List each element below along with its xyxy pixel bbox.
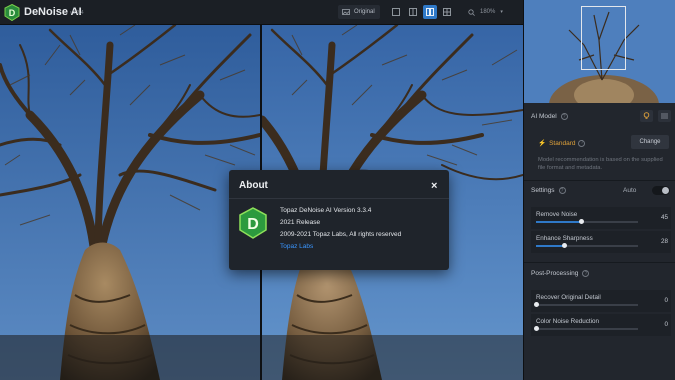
model-list-button[interactable] bbox=[658, 110, 671, 122]
slider-track[interactable] bbox=[533, 326, 638, 331]
lightbulb-icon bbox=[643, 112, 650, 119]
slider-label: Remove Noise bbox=[536, 211, 578, 218]
enhance-sharpness-slider[interactable]: Enhance Sharpness 28 bbox=[531, 231, 671, 253]
close-icon[interactable]: × bbox=[431, 180, 437, 192]
slider-handle[interactable] bbox=[533, 326, 539, 331]
original-label: Original bbox=[354, 9, 375, 15]
image-compare-icon bbox=[342, 9, 350, 15]
dialog-divider bbox=[229, 198, 449, 199]
slider-handle[interactable] bbox=[533, 302, 539, 307]
original-toggle-button[interactable]: Original bbox=[338, 5, 380, 19]
zoom-control[interactable]: 180% ▾ bbox=[468, 5, 518, 19]
slider-handle[interactable] bbox=[562, 243, 568, 248]
slider-value[interactable]: 0 bbox=[664, 321, 668, 328]
topaz-labs-link[interactable]: Topaz Labs bbox=[280, 243, 313, 250]
slider-track[interactable] bbox=[533, 302, 638, 307]
chevron-down-icon: ▾ bbox=[500, 9, 503, 15]
model-recommend-button[interactable] bbox=[640, 110, 653, 122]
side-by-side-view-button[interactable] bbox=[423, 5, 437, 19]
post-processing-title: Post-Processing bbox=[531, 270, 579, 277]
grid-view-button[interactable] bbox=[440, 5, 454, 19]
about-dialog: About × D Topaz DeNoise AI Version 3.3.4… bbox=[229, 170, 449, 270]
navigator-viewport-rect[interactable] bbox=[581, 6, 626, 70]
app-version: v3.3.4 bbox=[70, 10, 84, 16]
version-text: Topaz DeNoise AI Version 3.3.4 bbox=[280, 207, 372, 214]
slider-fill bbox=[536, 245, 565, 247]
tree-photo-original bbox=[0, 25, 260, 380]
slider-value[interactable]: 0 bbox=[664, 297, 668, 304]
color-noise-reduction-slider[interactable]: Color Noise Reduction 0 bbox=[531, 314, 671, 336]
slider-value[interactable]: 28 bbox=[661, 238, 668, 245]
ai-model-title: AI Model bbox=[531, 113, 557, 120]
recover-original-detail-slider[interactable]: Recover Original Detail 0 bbox=[531, 290, 671, 312]
slider-track[interactable] bbox=[536, 243, 638, 248]
slider-label: Enhance Sharpness bbox=[536, 235, 593, 242]
slider-label: Recover Original Detail bbox=[536, 294, 601, 301]
single-view-button[interactable] bbox=[389, 5, 403, 19]
original-image-pane[interactable] bbox=[0, 25, 260, 380]
auto-label: Auto bbox=[623, 187, 637, 194]
lightning-icon: ⚡ bbox=[538, 140, 547, 147]
zoom-level: 180% bbox=[480, 9, 496, 15]
split-view-icon bbox=[409, 8, 417, 16]
release-text: 2021 Release bbox=[280, 219, 321, 226]
current-model: ⚡ Standard ? bbox=[538, 139, 586, 147]
auto-toggle[interactable] bbox=[652, 186, 670, 195]
help-icon[interactable]: ? bbox=[560, 113, 568, 120]
copyright-text: 2009-2021 Topaz Labs, All rights reserve… bbox=[280, 231, 402, 238]
slider-value[interactable]: 45 bbox=[661, 214, 668, 221]
side-by-side-icon bbox=[426, 8, 434, 16]
top-toolbar: D DeNoise AI v3.3.4 Original 180% ▾ bbox=[0, 0, 523, 25]
slider-handle[interactable] bbox=[579, 219, 585, 224]
dialog-title: About bbox=[239, 180, 268, 191]
svg-text:D: D bbox=[9, 8, 16, 18]
svg-text:D: D bbox=[247, 216, 259, 233]
model-name: Standard bbox=[549, 139, 576, 147]
slider-fill bbox=[536, 221, 582, 223]
list-icon bbox=[661, 113, 668, 119]
navigator-thumbnail[interactable] bbox=[524, 0, 675, 103]
slider-track[interactable] bbox=[536, 219, 638, 224]
help-icon[interactable]: ? bbox=[558, 187, 566, 194]
help-icon[interactable]: ? bbox=[582, 270, 590, 277]
remove-noise-slider[interactable]: Remove Noise 45 bbox=[531, 207, 671, 229]
app-logo: D bbox=[4, 4, 20, 21]
post-processing-header: Post-Processing ? bbox=[531, 270, 590, 277]
section-divider bbox=[524, 262, 675, 263]
split-view-button[interactable] bbox=[406, 5, 420, 19]
model-note: Model recommendation is based on the sup… bbox=[538, 157, 663, 171]
section-divider bbox=[524, 180, 675, 181]
slider-label: Color Noise Reduction bbox=[536, 318, 599, 325]
app-logo-large: D bbox=[239, 207, 267, 239]
single-view-icon bbox=[392, 8, 400, 16]
settings-header: Settings ? bbox=[531, 187, 566, 194]
settings-panel: AI Model ? ⚡ Standard ? Change Model rec… bbox=[523, 0, 675, 380]
help-icon[interactable]: ? bbox=[578, 139, 586, 147]
change-model-button[interactable]: Change bbox=[631, 135, 669, 149]
zoom-magnifier-icon bbox=[468, 8, 475, 16]
grid-view-icon bbox=[443, 8, 451, 16]
ai-model-header: AI Model ? bbox=[531, 113, 568, 120]
settings-title: Settings bbox=[531, 187, 555, 194]
